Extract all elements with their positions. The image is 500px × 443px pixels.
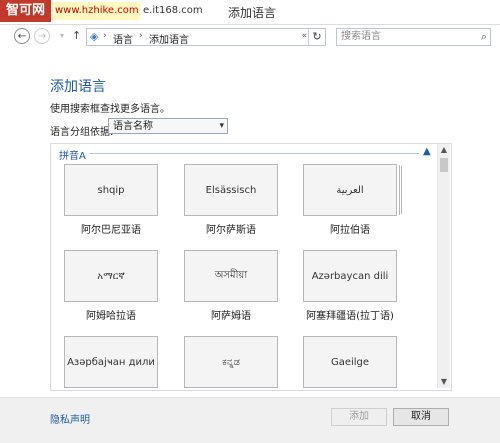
vertical-scrollbar[interactable]: ▲ ▼ (437, 144, 450, 388)
up-button[interactable]: ↑ (72, 29, 81, 42)
watermark-url: www.hzhike.com (52, 2, 142, 20)
scroll-up-icon[interactable]: ▲ (438, 144, 450, 156)
language-native-name: ಕನ್ನಡ (222, 356, 240, 368)
scrollbar-thumb[interactable] (440, 158, 448, 172)
search-placeholder: 搜索语言 (341, 31, 381, 42)
language-label: 阿拉伯语 (330, 225, 370, 236)
forward-button[interactable]: → (34, 28, 50, 44)
privacy-link[interactable]: 隐私声明 (50, 411, 90, 426)
page-title: 添加语言 (50, 79, 106, 95)
search-icon[interactable]: ⌕ (481, 29, 487, 45)
watermark-url-overlay: e.it168.com (140, 2, 206, 20)
language-tile-kannada[interactable]: ಕನ್ನಡ (184, 336, 278, 388)
language-tile-azerbaijani-latin[interactable]: Azərbaycan dili (303, 250, 397, 302)
navigation-bar: ← → ▾ ↑ ◈ › 语言 › 添加语言 « ↻ 搜索语言 ⌕ (0, 25, 500, 49)
breadcrumb-separator-icon: › (139, 31, 143, 41)
address-bar[interactable]: ◈ › 语言 › 添加语言 « ↻ (86, 28, 326, 46)
breadcrumb-add-language[interactable]: 添加语言 (149, 31, 189, 46)
language-native-name: العربية (336, 184, 364, 196)
footer: 隐私声明 添加 取消 (0, 397, 500, 443)
group-by-select[interactable]: 语言名称 ▾ (108, 118, 228, 134)
language-native-name: Азәрбајҹан дили (67, 356, 155, 368)
section-header: 拼音A (59, 151, 86, 162)
language-native-name: shqip (97, 184, 125, 196)
language-tile-assamese[interactable]: অসমীয়া (184, 250, 278, 302)
language-tile-amharic[interactable]: አማርኛ (64, 250, 158, 302)
watermark-text: 智可网 (6, 3, 46, 18)
up-arrow-icon: ↑ (72, 29, 82, 42)
language-native-name: অসমীয়া (214, 269, 248, 281)
language-label: 阿萨姆语 (211, 311, 251, 322)
language-label: 阿姆哈拉语 (86, 311, 136, 322)
language-native-name: Elsässisch (205, 184, 257, 196)
title-bar: 智可网 www.hzhike.com e.it168.com 添加语言 (0, 0, 500, 25)
group-by-value: 语言名称 (113, 121, 153, 132)
window-title: 添加语言 (228, 6, 277, 20)
address-dropdown-icon[interactable]: « (301, 31, 307, 41)
language-tile-albanian[interactable]: shqip (64, 164, 158, 216)
language-native-name: Azərbaycan dili (311, 270, 389, 282)
refresh-icon[interactable]: ↻ (308, 29, 325, 45)
back-button[interactable]: ← (14, 28, 30, 44)
language-label: 阿塞拜疆语(拉丁语) (306, 311, 394, 322)
group-by-label: 语言分组依据: (50, 127, 114, 138)
language-tile-alsatian[interactable]: Elsässisch (184, 164, 278, 216)
language-list: 拼音A ▲ shqip 阿尔巴尼亚语 Elsässisch 阿尔萨斯语 العر… (50, 143, 452, 391)
page-description: 使用搜索框查找更多语言。 (50, 104, 170, 115)
section-divider (89, 153, 419, 154)
recent-pages-button[interactable]: ▾ (54, 28, 70, 44)
language-label: 阿尔巴尼亚语 (81, 225, 141, 236)
watermark-logo: 智可网 (0, 0, 52, 22)
language-tile-azerbaijani-cyrillic[interactable]: Азәрбајҹан дили (64, 336, 158, 388)
language-tile-arabic[interactable]: العربية (303, 164, 397, 216)
collapse-section-icon[interactable]: ▲ (423, 146, 431, 157)
add-button[interactable]: 添加 (331, 408, 387, 426)
cancel-button[interactable]: 取消 (393, 408, 449, 426)
language-native-name: አማርኛ (97, 270, 125, 282)
language-native-name: Gaeilge (330, 356, 370, 368)
chevron-down-icon: ▾ (219, 121, 224, 131)
scroll-down-icon[interactable]: ▼ (438, 376, 450, 388)
forward-arrow-icon: → (37, 31, 47, 42)
language-label: 阿尔萨斯语 (206, 225, 256, 236)
search-input[interactable]: 搜索语言 ⌕ (336, 28, 491, 46)
chevron-down-icon: ▾ (59, 31, 64, 40)
back-arrow-icon: ← (17, 31, 27, 42)
breadcrumb-separator-icon: › (103, 31, 107, 41)
breadcrumb-languages[interactable]: 语言 (113, 31, 133, 46)
control-panel-icon: ◈ (90, 30, 99, 43)
language-tile-irish[interactable]: Gaeilge (303, 336, 397, 388)
